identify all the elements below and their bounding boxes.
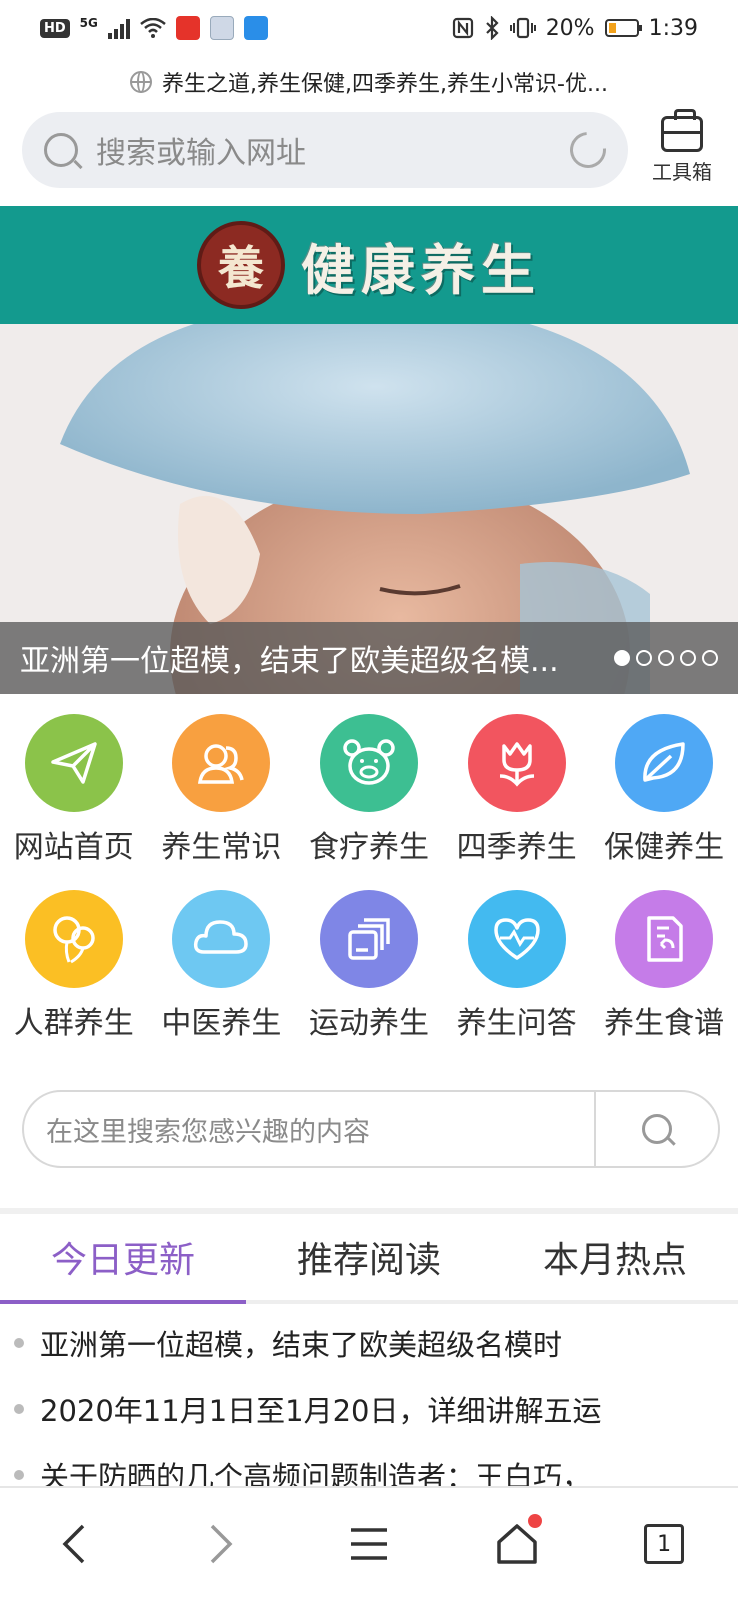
heartbeat-icon — [467, 890, 566, 988]
category-knowledge[interactable]: 养生常识 — [148, 714, 294, 890]
carousel-dot[interactable] — [658, 650, 674, 666]
toolbox-icon — [661, 109, 703, 152]
notification-dot — [527, 1514, 542, 1528]
category-label: 四季养生 — [456, 830, 577, 865]
status-right: 20% 1:39 — [452, 16, 698, 41]
category-label: 网站首页 — [13, 830, 134, 865]
category-label: 人群养生 — [13, 1006, 134, 1041]
search-icon — [44, 133, 78, 167]
bluetooth-icon — [485, 16, 499, 40]
hero-caption-bar[interactable]: 亚洲第一位超模，结束了欧美超级名模... — [0, 622, 738, 694]
status-left: HD 5G — [40, 16, 268, 40]
app-notification-icon — [175, 16, 200, 40]
app-notification-icon — [243, 16, 268, 40]
battery-icon — [604, 19, 642, 37]
category-label: 养生食谱 — [604, 1006, 725, 1041]
network-label: 5G — [79, 16, 98, 30]
signal-icon — [107, 17, 130, 39]
address-input[interactable]: 搜索或输入网址 — [96, 128, 570, 172]
carousel-dot[interactable] — [680, 650, 696, 666]
list-item[interactable]: 2020年11月1日至1月20日，详细讲解五运 — [0, 1376, 738, 1442]
category-label: 食疗养生 — [308, 830, 429, 865]
category-exercise[interactable]: 运动养生 — [296, 890, 442, 1066]
article-list: 亚洲第一位超模，结束了欧美超级名模时 2020年11月1日至1月20日，详细讲解… — [0, 1310, 738, 1508]
home-button[interactable] — [472, 1504, 562, 1584]
category-people[interactable]: 人群养生 — [1, 890, 147, 1066]
address-bar[interactable]: 搜索或输入网址 — [22, 112, 628, 188]
carousel-dot[interactable] — [702, 650, 718, 666]
site-header-banner[interactable]: 養 健康养生 — [0, 206, 738, 324]
bullet-icon — [14, 1338, 24, 1348]
category-seasons[interactable]: 四季养生 — [444, 714, 590, 890]
bullet-icon — [14, 1470, 24, 1480]
tab-monthly-hot[interactable]: 本月热点 — [492, 1214, 738, 1300]
tabs-button[interactable]: 1 — [619, 1504, 709, 1584]
site-logo-seal: 養 — [197, 221, 285, 309]
list-item[interactable]: 亚洲第一位超模，结束了欧美超级名模时 — [0, 1310, 738, 1376]
carousel-dot[interactable] — [636, 650, 652, 666]
toolbox-label: 工具箱 — [652, 160, 712, 184]
category-label: 养生常识 — [161, 830, 282, 865]
forward-button[interactable] — [176, 1504, 266, 1584]
category-label: 保健养生 — [604, 830, 725, 865]
menu-button[interactable] — [324, 1504, 414, 1584]
page-title-bar[interactable]: 养生之道,养生保健,四季养生,养生小常识-优... — [0, 60, 738, 104]
hero-caption[interactable]: 亚洲第一位超模，结束了欧美超级名模... — [20, 636, 600, 680]
clock: 1:39 — [648, 15, 698, 41]
users-icon — [172, 714, 271, 812]
chevron-left-icon — [62, 1524, 85, 1564]
page-title: 养生之道,养生保健,四季养生,养生小常识-优... — [162, 72, 608, 97]
category-health[interactable]: 保健养生 — [591, 714, 737, 890]
status-bar: HD 5G 20% 1:39 — [0, 0, 738, 56]
globe-icon — [130, 71, 153, 93]
pig-icon — [319, 714, 418, 812]
paper-plane-icon — [24, 714, 123, 812]
layers-icon — [319, 890, 418, 988]
category-label: 中医养生 — [161, 1006, 282, 1041]
site-search-box[interactable]: 在这里搜索您感兴趣的内容 — [22, 1090, 720, 1168]
vibrate-icon — [509, 17, 536, 39]
article-tabs: 今日更新 推荐阅读 本月热点 — [0, 1214, 738, 1304]
search-icon — [642, 1114, 672, 1144]
hero-carousel[interactable]: 亚洲第一位超模，结束了欧美超级名模... — [0, 324, 738, 694]
cloud-icon — [172, 890, 271, 988]
bullet-icon — [14, 1404, 24, 1414]
nfc-icon — [452, 17, 473, 39]
carousel-dot[interactable] — [614, 650, 630, 666]
site-logo-title: 健康养生 — [301, 237, 541, 302]
category-recipes[interactable]: 养生食谱 — [591, 890, 737, 1066]
tab-today[interactable]: 今日更新 — [0, 1214, 246, 1304]
leaf-icon — [615, 714, 714, 812]
browser-bottom-nav: 1 — [0, 1486, 738, 1600]
toolbox-button[interactable]: 工具箱 — [644, 109, 720, 185]
grid-row: 网站首页 养生常识 食疗养生 四季养生 保健养生 — [0, 714, 738, 890]
app-notification-icon — [209, 16, 234, 40]
category-label: 运动养生 — [308, 1006, 429, 1041]
document-icon — [615, 890, 714, 988]
category-grid: 网站首页 养生常识 食疗养生 四季养生 保健养生 人群养生 中医养生 运动养生 … — [0, 714, 738, 1066]
site-search-button[interactable] — [594, 1092, 718, 1166]
tab-recommended[interactable]: 推荐阅读 — [246, 1214, 492, 1300]
carousel-dots — [614, 650, 718, 666]
category-tcm[interactable]: 中医养生 — [148, 890, 294, 1066]
site-search-input[interactable]: 在这里搜索您感兴趣的内容 — [24, 1110, 594, 1149]
category-diet[interactable]: 食疗养生 — [296, 714, 442, 890]
category-home[interactable]: 网站首页 — [1, 714, 147, 890]
battery-percent: 20% — [545, 15, 595, 41]
chevron-right-icon — [211, 1524, 233, 1564]
article-title[interactable]: 2020年11月1日至1月20日，详细讲解五运 — [40, 1388, 602, 1430]
category-label: 养生问答 — [456, 1006, 577, 1041]
reload-icon[interactable] — [562, 124, 614, 176]
back-button[interactable] — [29, 1504, 119, 1584]
tulip-icon — [467, 714, 566, 812]
tab-count: 1 — [644, 1524, 685, 1564]
balloons-icon — [24, 890, 123, 988]
category-qa[interactable]: 养生问答 — [444, 890, 590, 1066]
hd-badge: HD — [40, 18, 70, 38]
grid-row: 人群养生 中医养生 运动养生 养生问答 养生食谱 — [0, 890, 738, 1066]
article-title[interactable]: 亚洲第一位超模，结束了欧美超级名模时 — [40, 1322, 562, 1364]
home-icon — [496, 1524, 537, 1564]
wifi-icon — [140, 18, 166, 38]
menu-icon — [350, 1528, 387, 1560]
